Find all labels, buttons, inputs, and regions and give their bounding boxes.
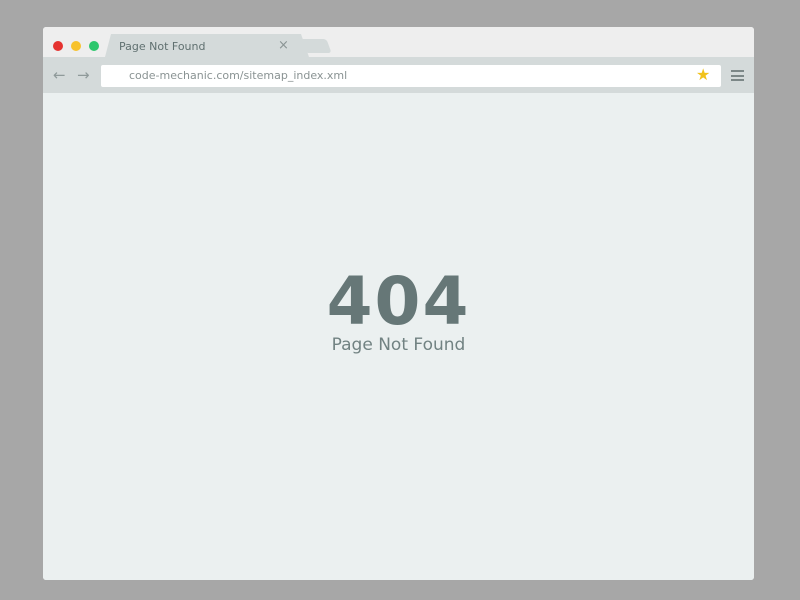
toolbar: ← → code-mechanic.com/sitemap_index.xml … [43,57,754,93]
tab-title: Page Not Found [119,40,206,53]
url-text: code-mechanic.com/sitemap_index.xml [129,69,348,82]
close-dot-icon[interactable] [53,41,63,51]
star-icon[interactable]: ★ [696,65,710,85]
browser-window: Page Not Found × ← → code-mechanic.com/s… [43,27,754,580]
address-bar[interactable]: code-mechanic.com/sitemap_index.xml [101,65,721,87]
tab-close-icon[interactable]: × [278,38,289,53]
forward-arrow-icon[interactable]: → [77,66,90,84]
error-message: Page Not Found [331,335,466,355]
error-code: 404 [326,263,471,340]
menu-line [731,74,744,77]
minimize-dot-icon[interactable] [71,41,81,51]
menu-line [731,79,744,81]
browser-tab[interactable]: Page Not Found × [105,34,309,57]
title-bar: Page Not Found × [43,27,754,57]
back-arrow-icon[interactable]: ← [53,66,66,84]
hamburger-menu-icon[interactable] [731,70,744,81]
new-tab-button[interactable] [300,39,332,53]
menu-line [731,70,744,72]
page-content: 404 Page Not Found [43,93,754,580]
maximize-dot-icon[interactable] [89,41,99,51]
